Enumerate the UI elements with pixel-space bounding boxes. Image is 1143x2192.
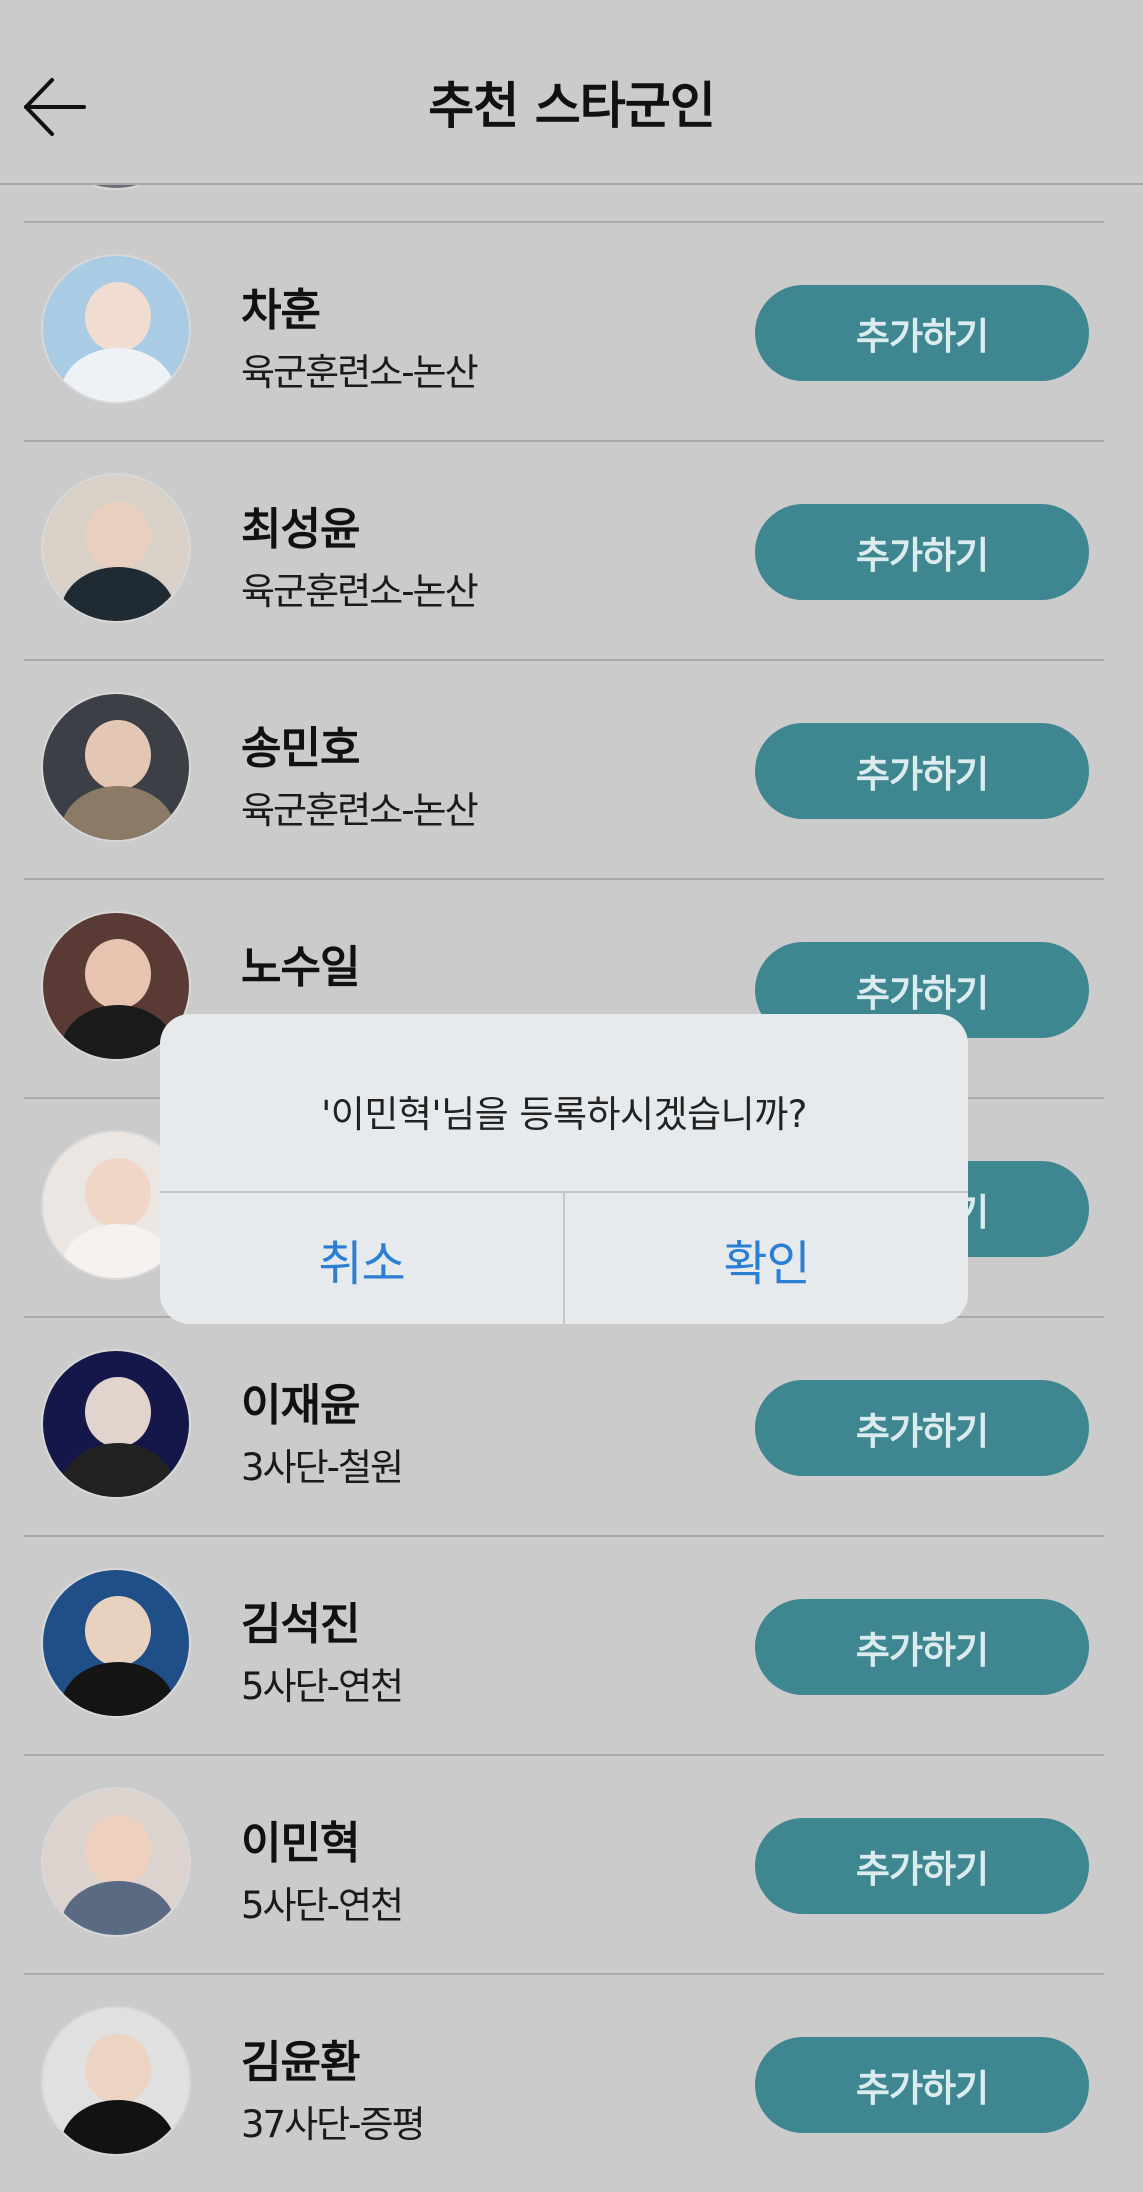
soldier-name: 최성윤 bbox=[241, 504, 360, 555]
list-item: 이민혁 5사단-연천 추가하기 bbox=[0, 1755, 1143, 1973]
add-button[interactable]: 추가하기 bbox=[755, 285, 1089, 381]
avatar bbox=[41, 692, 191, 842]
soldier-name: 이민혁 bbox=[241, 1818, 360, 1869]
page-title: 추천 스타군인 bbox=[428, 77, 715, 135]
add-button[interactable]: 추가하기 bbox=[755, 1599, 1089, 1695]
add-button[interactable]: 추가하기 bbox=[755, 1380, 1089, 1476]
soldier-unit: 육군훈련소-논산 bbox=[241, 570, 479, 613]
confirm-dialog: '이민혁'님을 등록하시겠습니까? 취소 확인 bbox=[160, 1014, 968, 1324]
dialog-message: '이민혁'님을 등록하시겠습니까? bbox=[321, 1093, 807, 1136]
add-button[interactable]: 추가하기 bbox=[755, 2037, 1089, 2133]
add-button[interactable]: 추가하기 bbox=[755, 723, 1089, 819]
avatar bbox=[41, 2006, 191, 2156]
list-item: 김윤환 37사단-증평 추가하기 bbox=[0, 1974, 1143, 2192]
soldier-unit: 3사단-철원 bbox=[241, 1446, 404, 1489]
soldier-unit: 37사단-증평 bbox=[241, 2103, 426, 2146]
list-item: 차훈 육군훈련소-논산 추가하기 bbox=[0, 222, 1143, 440]
cancel-button[interactable]: 취소 bbox=[160, 1193, 563, 1324]
avatar bbox=[41, 1568, 191, 1718]
soldier-name: 차훈 bbox=[241, 285, 321, 336]
avatar bbox=[41, 254, 191, 404]
soldier-unit: 5사단-연천 bbox=[241, 1884, 404, 1927]
list-item: 김석진 5사단-연천 추가하기 bbox=[0, 1536, 1143, 1754]
add-button[interactable]: 추가하기 bbox=[755, 1818, 1089, 1914]
soldier-name: 노수일 bbox=[241, 942, 360, 993]
soldier-name: 김석진 bbox=[241, 1599, 360, 1650]
list-item: 송민호 육군훈련소-논산 추가하기 bbox=[0, 660, 1143, 878]
soldier-unit: 5사단-연천 bbox=[241, 1665, 404, 1708]
list-item: 최성윤 육군훈련소-논산 추가하기 bbox=[0, 441, 1143, 659]
header: 추천 스타군인 bbox=[0, 0, 1143, 185]
soldier-unit: 육군훈련소-논산 bbox=[241, 789, 479, 832]
avatar bbox=[41, 473, 191, 623]
soldier-unit: 육군훈련소-논산 bbox=[241, 351, 479, 394]
avatar bbox=[41, 1787, 191, 1937]
add-button[interactable]: 추가하기 bbox=[755, 504, 1089, 600]
soldier-name: 이재윤 bbox=[241, 1380, 360, 1431]
list-item: 이재윤 3사단-철원 추가하기 bbox=[0, 1317, 1143, 1535]
avatar bbox=[41, 1349, 191, 1499]
confirm-button[interactable]: 확인 bbox=[565, 1193, 968, 1324]
soldier-name: 김윤환 bbox=[241, 2037, 360, 2088]
soldier-name: 송민호 bbox=[241, 723, 360, 774]
